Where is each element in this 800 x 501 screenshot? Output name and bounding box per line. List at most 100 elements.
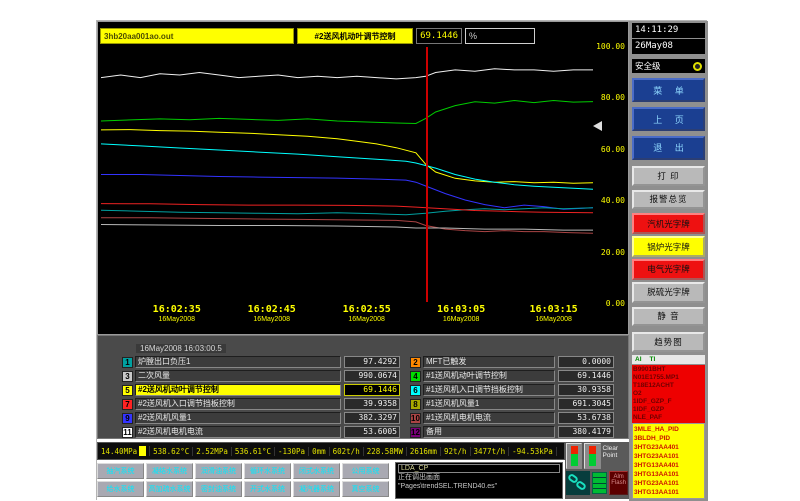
alarm-tag-item[interactable]: 3HTG23AA101 [634, 452, 703, 461]
desulf-annunciator-button[interactable]: 脱硫光字牌 [632, 282, 705, 303]
alarm-tag-item[interactable]: 3HTG23AA101 [634, 479, 703, 488]
system-page-button[interactable]: 高加疏水系统 [146, 481, 193, 497]
point-gauge-tile-1[interactable] [566, 443, 582, 469]
legend-row-pen-8[interactable]: 8#1送风机风量1691.3045 [410, 398, 614, 410]
trend-file-field[interactable]: 3hb20aa001ao.out [100, 28, 294, 44]
clock-display: 14:11:29 [632, 23, 705, 38]
legend-row-pen-7[interactable]: 7#2送风机入口调节挡板控制39.9358 [122, 398, 400, 410]
trend-page-button[interactable]: 趋势图 [632, 332, 705, 352]
legend-row-pen-1[interactable]: 1炉膛出口负压197.4292 [122, 356, 400, 368]
alarm-tag-item[interactable]: NLE_PAF [633, 414, 704, 422]
system-page-button[interactable]: 润滑油系统 [195, 463, 242, 479]
signal-type-strip: AITI [632, 355, 705, 364]
trend-plot-area[interactable] [101, 47, 593, 302]
pen-label: 二次风量 [135, 370, 341, 382]
security-level-field[interactable]: 安全级 [632, 59, 705, 74]
dcs-trend-window: 3hb20aa001ao.out #2送风机动叶调节控制 69.1446 % 1… [96, 20, 707, 500]
y-axis-tick: 0.00 [606, 299, 625, 308]
system-page-button[interactable]: 循环水系统 [244, 463, 291, 479]
system-page-button[interactable]: 给水系统 [97, 481, 144, 497]
pen-color-chip: 7 [122, 399, 133, 410]
gauge-bar-icon [589, 446, 596, 466]
legend-row-pen-10[interactable]: 10#1送风机电机电流53.6738 [410, 412, 614, 424]
prev-page-button[interactable]: 上 页 [632, 107, 705, 131]
legend-row-pen-9[interactable]: 9#2送风机风量1382.3297 [122, 412, 400, 424]
legend-row-pen-5[interactable]: 5#2送风机动叶调节控制69.1446 [122, 384, 400, 396]
legend-row-pen-12[interactable]: 12备用380.4179 [410, 426, 614, 438]
system-page-button[interactable]: 真空系统 [342, 481, 389, 497]
alarm-tag-item[interactable]: 3HTG13AA101 [634, 470, 703, 479]
legend-row-pen-4[interactable]: 4#1送风机动叶调节控制69.1446 [410, 370, 614, 382]
boiler-annunciator-button[interactable]: 锅炉光字牌 [632, 236, 705, 257]
data-table-icon[interactable] [592, 472, 607, 494]
corner-tool-area: Clear Point Alm Flash [565, 442, 629, 499]
pen-value: 39.9358 [344, 398, 400, 410]
mute-button[interactable]: 静 音 [632, 307, 705, 327]
print-button[interactable]: 打 印 [632, 166, 705, 186]
pen-label: #2送风机动叶调节控制 [135, 384, 341, 396]
system-page-button[interactable]: 凝汽器系统 [293, 481, 340, 497]
selected-pen-title[interactable]: #2送风机动叶调节控制 [297, 28, 413, 44]
alarm-summary-button[interactable]: 报警总览 [632, 190, 705, 210]
pen-color-chip: 12 [410, 427, 421, 438]
x-axis-tick: 16:02:3516May2008 [153, 304, 201, 323]
alarm-tag-item[interactable]: 3HTG13AA101 [634, 488, 703, 497]
pen-color-chip: 6 [410, 385, 421, 396]
system-page-button[interactable]: 公用系统 [342, 463, 389, 479]
pen-color-chip: 10 [410, 413, 421, 424]
alarm-tag-item[interactable]: 3HTG13AA401 [634, 461, 703, 470]
alarm-tag-item[interactable]: 1IDF_GZP_F [633, 398, 704, 406]
status-value: 228.58MW [364, 447, 407, 456]
legend-row-pen-3[interactable]: 3二次风量990.0674 [122, 370, 400, 382]
clear-point-button[interactable]: Clear Point [603, 443, 628, 459]
system-page-button[interactable]: 开式水系统 [244, 481, 291, 497]
time-cursor-line[interactable] [426, 47, 428, 302]
alarm-tag-item[interactable]: B9901BHT [633, 366, 704, 374]
status-value: 14.40MPa [98, 446, 150, 456]
pen-value: 382.3297 [344, 412, 400, 424]
alarm-tag-item[interactable]: O2 [633, 390, 704, 398]
legend-row-pen-2[interactable]: 2MFT已触发0.0000 [410, 356, 614, 368]
trend-line-green [101, 101, 593, 124]
alarm-tag-list-red: B9901BHTN01E1755.MP1T18E12ACHTO21IDF_GZP… [632, 365, 705, 423]
pen-label: #2送风机风量1 [135, 412, 341, 424]
turbine-annunciator-button[interactable]: 汽机光字牌 [632, 213, 705, 234]
alarm-tag-item[interactable]: 3BLDH_PID [634, 434, 703, 443]
exit-button[interactable]: 退 出 [632, 136, 705, 160]
y-axis-tick: 60.00 [601, 145, 625, 154]
system-page-button[interactable]: 密封油系统 [195, 481, 242, 497]
alarm-flash-button[interactable]: Alm Flash [609, 471, 628, 495]
value-marker-arrow-icon[interactable] [593, 121, 602, 131]
pen-legend-panel: 16May2008 16:03:00.5 1炉膛出口负压197.42923二次风… [97, 335, 629, 439]
chart-header-bar: 3hb20aa001ao.out #2送风机动叶调节控制 69.1446 % [100, 28, 535, 44]
pen-color-chip: 1 [122, 357, 133, 368]
pen-label: #2送风机入口调节挡板控制 [135, 398, 341, 410]
link-chain-icon[interactable] [566, 471, 590, 495]
x-axis-tick: 16:02:5516May2008 [343, 304, 391, 323]
system-page-button[interactable]: 抽汽系统 [97, 463, 144, 479]
menu-button[interactable]: 菜 单 [632, 78, 705, 102]
y-axis-tick: 20.00 [601, 248, 625, 257]
pen-value: 69.1446 [344, 384, 400, 396]
date-display: 26May08 [632, 39, 705, 54]
info-box-message: 正在调出画面 [398, 473, 560, 482]
alarm-tag-item[interactable]: 3MLE_HA_PID [634, 425, 703, 434]
legend-row-pen-11[interactable]: 11#2送风机电机电流53.6005 [122, 426, 400, 438]
alarm-tag-item[interactable]: 3HTG23AA401 [634, 443, 703, 452]
alarm-tag-item[interactable]: T18E12ACHT [633, 382, 704, 390]
pen-color-chip: 9 [122, 413, 133, 424]
status-value: -94.53kPa [509, 447, 557, 456]
pen-color-chip: 11 [122, 427, 133, 438]
alarm-tag-item[interactable]: 1IDF_GZP [633, 406, 704, 414]
system-page-button[interactable]: 闭式水系统 [293, 463, 340, 479]
electrical-annunciator-button[interactable]: 电气光字牌 [632, 259, 705, 280]
system-page-button[interactable]: 凝结水系统 [146, 463, 193, 479]
x-axis-tick: 16:03:0516May2008 [437, 304, 485, 323]
legend-row-pen-6[interactable]: 6#1送风机入口调节挡板控制30.9358 [410, 384, 614, 396]
system-button-row-1: 抽汽系统凝结水系统润滑油系统循环水系统闭式水系统公用系统 [97, 463, 393, 479]
trend-lines-svg [101, 47, 593, 302]
alarm-tag-item[interactable]: N01E1755.MP1 [633, 374, 704, 382]
point-gauge-tile-2[interactable] [584, 443, 600, 469]
info-box-title[interactable]: LDA_CP [398, 464, 560, 473]
pen-color-chip: 5 [122, 385, 133, 396]
